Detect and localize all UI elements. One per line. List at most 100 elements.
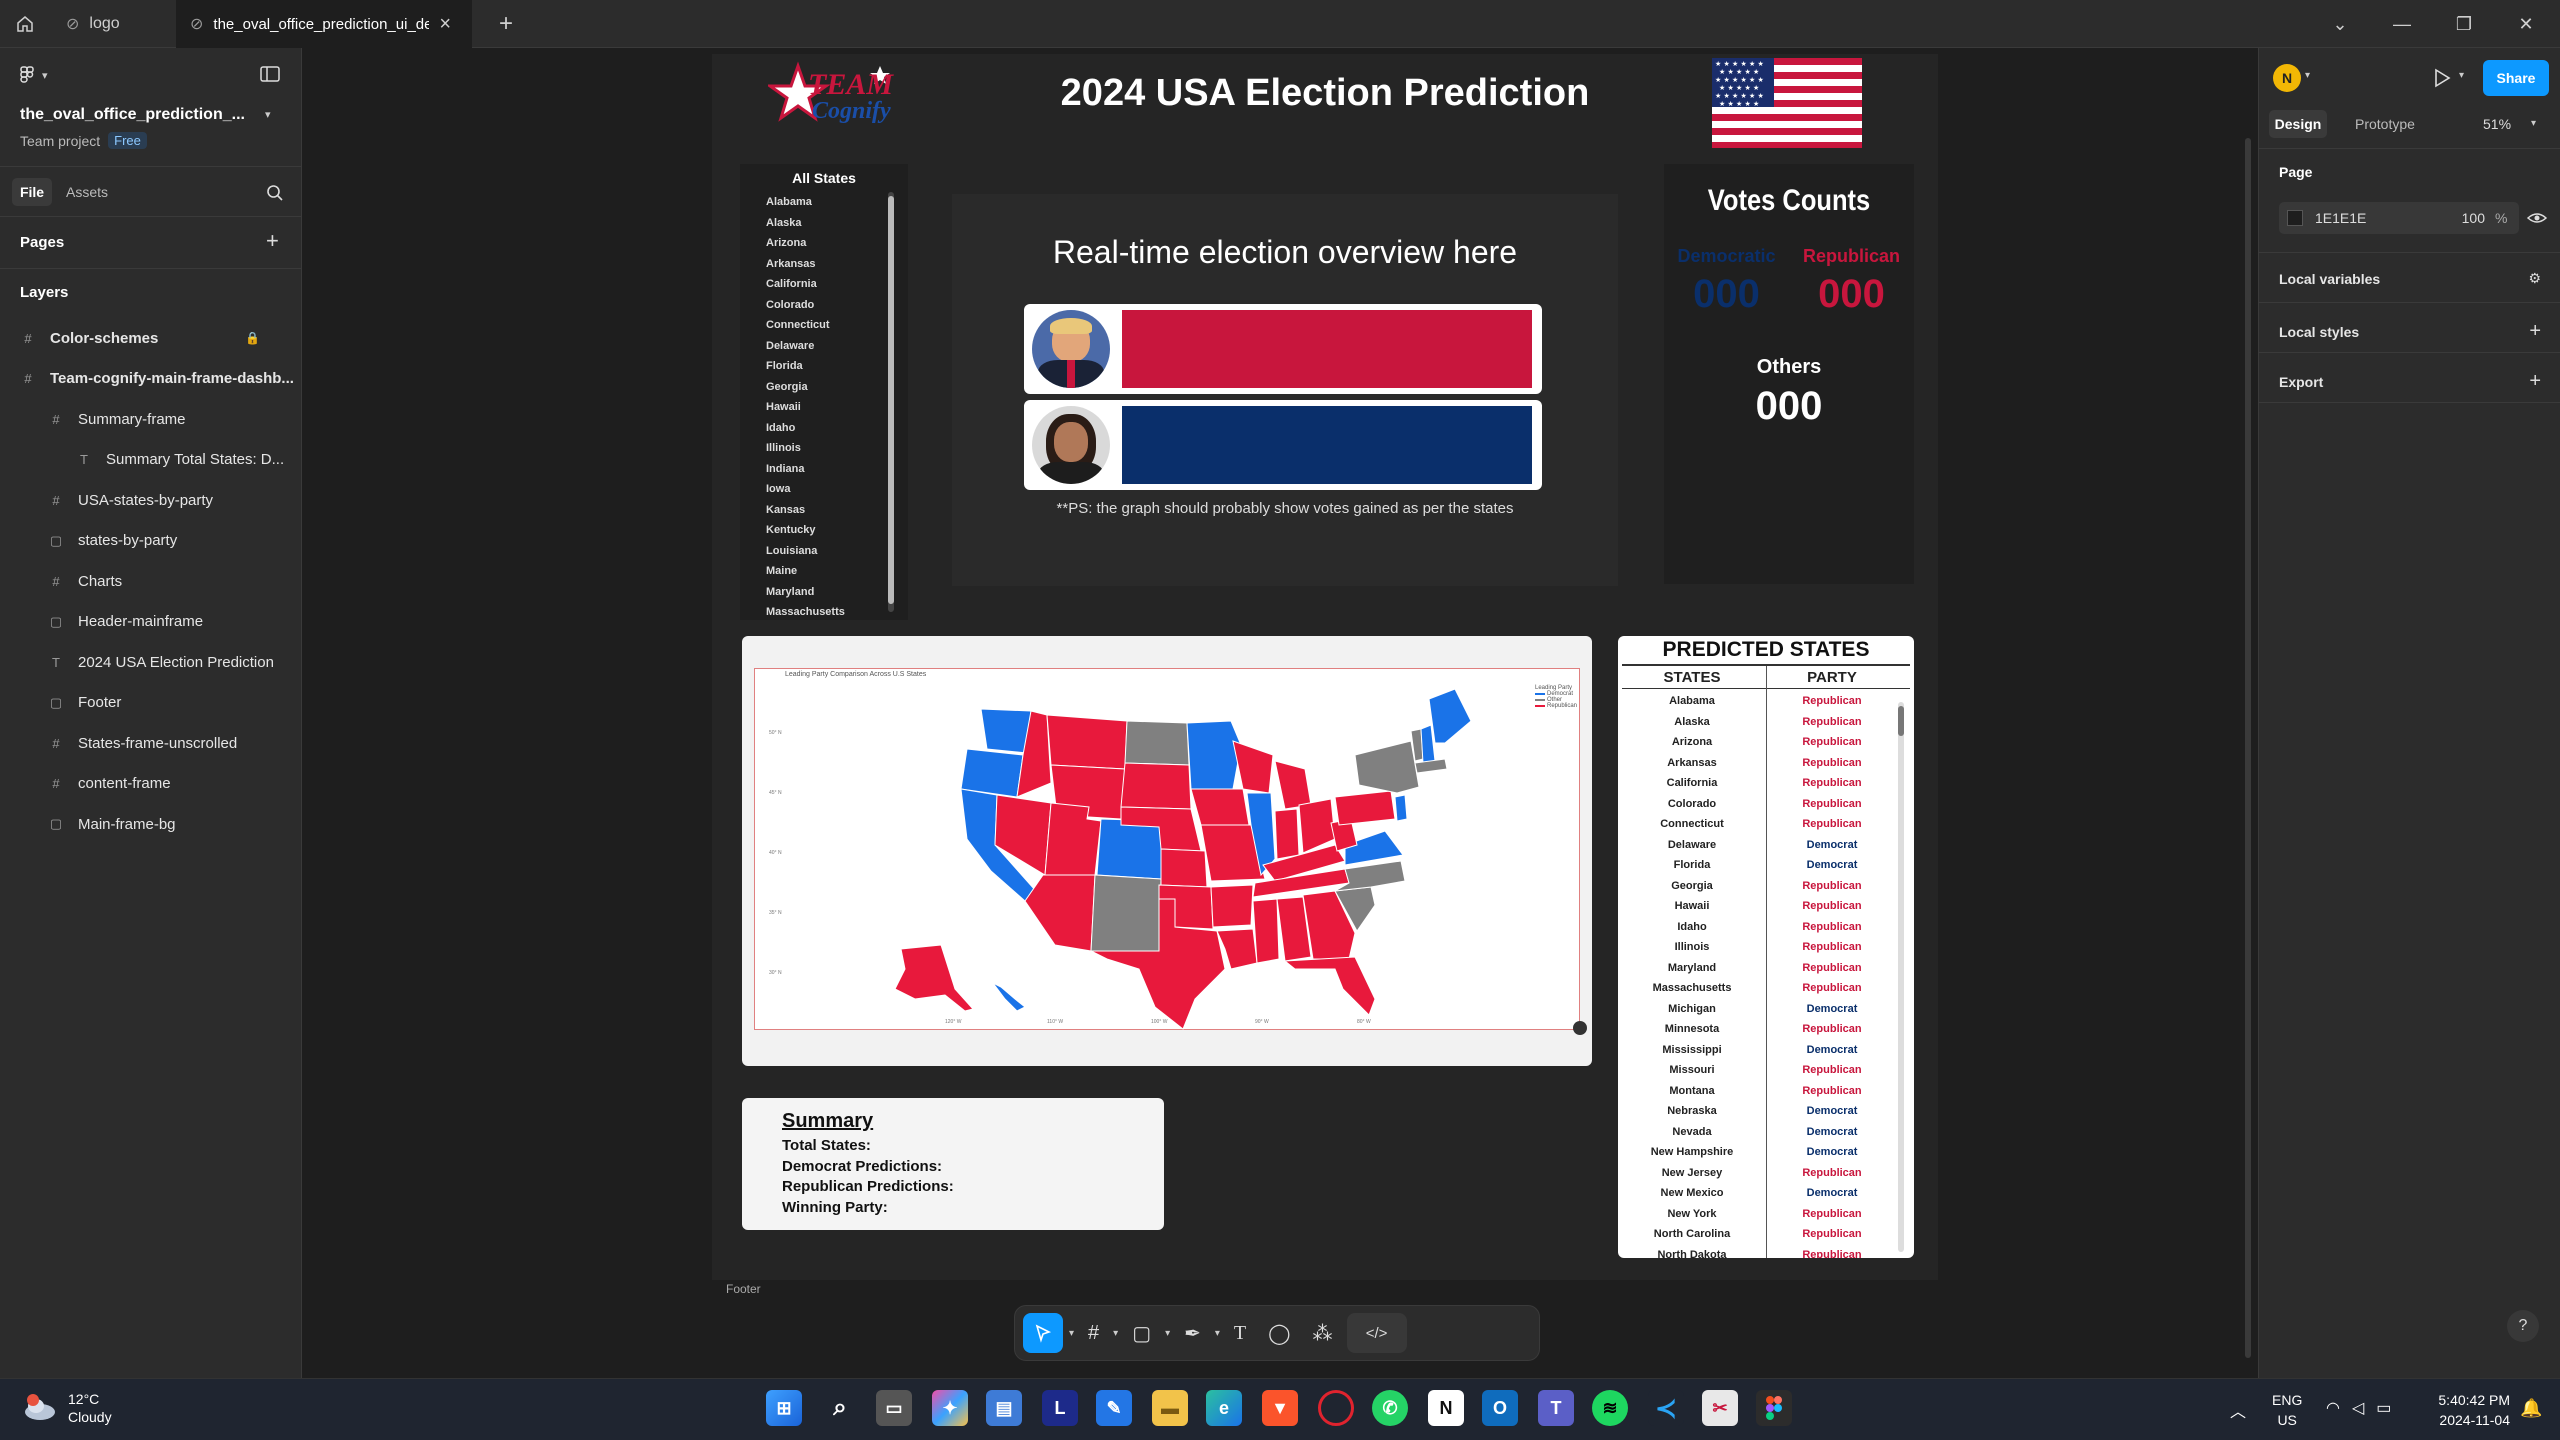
scrollbar-thumb[interactable] [1898,706,1904,736]
tab-file[interactable]: File [12,178,52,206]
actions-tool[interactable]: ⁂ [1305,1313,1341,1353]
l-app[interactable]: L [1042,1390,1078,1426]
tab-design[interactable]: Design [2269,110,2327,138]
close-window-button[interactable]: ✕ [2496,0,2556,48]
pen-tool[interactable]: ✒ [1176,1313,1209,1353]
lock-icon[interactable]: 🔒 [245,331,260,345]
page-color-value[interactable]: 1E1E1E [2315,210,2445,226]
close-icon[interactable]: × [439,13,451,36]
layer-item[interactable]: # content-frame [0,764,302,804]
weather-widget[interactable]: 12°C Cloudy [22,1390,112,1426]
language-indicator[interactable]: ENG US [2272,1390,2302,1430]
page-opacity-value[interactable]: 100 [2445,210,2485,226]
toggle-sidebar-button[interactable] [260,66,280,87]
comment-tool[interactable]: ◯ [1260,1313,1298,1353]
home-tab[interactable] [0,0,50,48]
file-explorer-app[interactable]: ▬ [1152,1390,1188,1426]
show-hidden-icons[interactable]: ︿ [2230,1398,2246,1422]
tab-assets[interactable]: Assets [66,184,108,200]
file-name[interactable]: the_oval_office_prediction_... [20,106,250,124]
teams-app[interactable]: T [1538,1390,1574,1426]
export-row[interactable]: Export + [2279,370,2541,393]
restore-button[interactable]: ❐ [2434,0,2494,48]
state-list-item[interactable]: Kentucky [766,520,896,541]
layer-item[interactable]: ▢ Footer [0,683,302,723]
avatar[interactable]: N [2273,64,2301,92]
color-swatch[interactable] [2287,210,2303,226]
layer-item[interactable]: # States-frame-unscrolled [0,723,302,763]
whatsapp-app[interactable]: ✆ [1372,1390,1408,1426]
notification-bell-icon[interactable]: 🔔 [2520,1398,2542,1419]
spotify-app[interactable]: ≋ [1592,1390,1628,1426]
system-tray[interactable]: ◠ ◁ ▭ [2326,1398,2391,1418]
outlook-app[interactable]: O [1482,1390,1518,1426]
chevron-down-icon[interactable]: ▾ [1113,1328,1118,1339]
layer-item[interactable]: # USA-states-by-party [0,480,302,520]
edge-app[interactable]: e [1206,1390,1242,1426]
layer-item[interactable]: # Charts [0,561,302,601]
sliders-icon[interactable]: ⚙ [2528,270,2541,287]
minimize-button[interactable]: — [2372,0,2432,48]
state-list-item[interactable]: Indiana [766,459,896,480]
scrollbar-track[interactable] [888,192,894,612]
share-button[interactable]: Share [2483,60,2549,96]
state-list-item[interactable]: Iowa [766,479,896,500]
state-list-item[interactable]: Louisiana [766,541,896,562]
canvas-scrollbar[interactable] [2245,138,2251,1358]
local-styles-row[interactable]: Local styles + [2279,320,2541,343]
eye-icon[interactable] [2527,210,2547,226]
shape-tool[interactable]: ▢ [1124,1313,1159,1353]
state-list-item[interactable]: Alaska [766,213,896,234]
add-page-button[interactable]: + [266,228,279,254]
scrollbar-track[interactable] [1898,702,1904,1252]
state-list-item[interactable]: Idaho [766,418,896,439]
layer-item[interactable]: ▢ Main-frame-bg [0,804,302,844]
main-menu-button[interactable]: ▾ [20,66,48,84]
scrollbar-thumb[interactable] [888,196,894,604]
state-list-item[interactable]: Alabama [766,192,896,213]
chevron-down-icon[interactable]: ▾ [2459,70,2464,81]
chevron-down-icon[interactable]: ▾ [1215,1328,1220,1339]
state-list-item[interactable]: Maine [766,561,896,582]
state-list-item[interactable]: Arizona [766,233,896,254]
help-button[interactable]: ? [2507,1310,2539,1342]
layer-item[interactable]: T Summary Total States: D... [0,440,302,480]
state-list-item[interactable]: Hawaii [766,397,896,418]
layer-item[interactable]: ▢ Header-mainframe [0,602,302,642]
state-list-item[interactable]: Delaware [766,336,896,357]
state-list-item[interactable]: California [766,274,896,295]
start-button[interactable]: ⊞ [766,1390,802,1426]
plus-icon[interactable]: + [2529,320,2541,343]
state-list-item[interactable]: Georgia [766,377,896,398]
tab-logo[interactable]: ⊘ logo [52,0,172,48]
play-icon[interactable] [2433,68,2451,88]
chevron-down-icon[interactable]: ▾ [1165,1328,1170,1339]
layer-item[interactable]: ▢ states-by-party [0,521,302,561]
snipping-app[interactable]: ✂ [1702,1390,1738,1426]
task-view-button[interactable]: ▭ [876,1390,912,1426]
clock[interactable]: 5:40:42 PM 2024-11-04 [2420,1390,2510,1430]
search-taskbar-button[interactable]: ⌕ [822,1390,858,1426]
opera-app[interactable] [1318,1390,1354,1426]
page-fill-field[interactable]: 1E1E1E 100 % [2279,202,2519,234]
state-list-item[interactable]: Colorado [766,295,896,316]
tab-prototype[interactable]: Prototype [2355,116,2415,132]
state-list-item[interactable]: Massachusetts [766,602,896,623]
brave-app[interactable]: ▼ [1262,1390,1298,1426]
state-list-item[interactable]: Illinois [766,438,896,459]
state-list-item[interactable]: Connecticut [766,315,896,336]
state-list-item[interactable]: Florida [766,356,896,377]
layer-item[interactable]: T 2024 USA Election Prediction [0,642,302,682]
all-states-list[interactable]: Alabama Alaska Arizona Arkansas California Co… [766,192,896,623]
layer-item[interactable]: # Team-cognify-main-frame-dashb... [0,359,302,399]
state-list-item[interactable]: Arkansas [766,254,896,275]
frame-tool[interactable]: # [1080,1313,1107,1353]
tab-active-file[interactable]: ⊘ the_oval_office_prediction_ui_de × [176,0,472,48]
new-tab-button[interactable]: + [486,0,526,48]
dev-mode-toggle[interactable]: </> [1346,1313,1407,1353]
search-icon[interactable] [266,184,284,202]
move-tool[interactable] [1023,1313,1063,1353]
notion-app[interactable]: N [1428,1390,1464,1426]
plus-icon[interactable]: + [2529,370,2541,393]
chat-app[interactable]: ▤ [986,1390,1022,1426]
